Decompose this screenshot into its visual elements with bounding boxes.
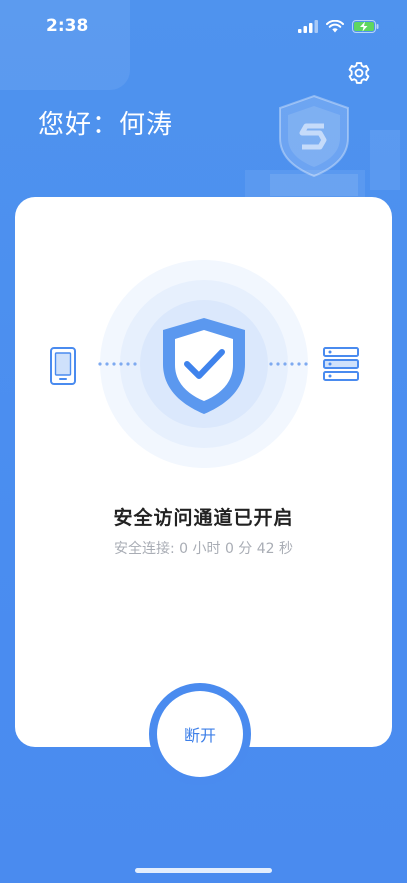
greeting-text: 您好：何涛 — [38, 110, 174, 140]
shield-s-logo-icon — [270, 94, 358, 196]
home-indicator — [135, 868, 272, 873]
gear-icon — [348, 62, 370, 84]
phone-icon — [50, 347, 76, 385]
status-time: 2:38 — [46, 16, 89, 36]
connection-status-title: 安全访问通道已开启 — [113, 507, 294, 529]
hero-shield-logo — [262, 90, 366, 200]
status-icons — [298, 20, 379, 33]
wifi-icon — [326, 20, 344, 33]
status-bar: 2:38 — [0, 0, 407, 56]
connection-duration: 安全连接: 0 小时 0 分 42 秒 — [113, 541, 294, 557]
settings-button[interactable] — [346, 60, 372, 86]
signal-icon — [298, 20, 318, 33]
connection-card — [15, 197, 392, 747]
disconnect-button[interactable]: 断开 — [157, 691, 243, 777]
server-icon — [323, 347, 359, 381]
battery-charging-icon — [352, 20, 379, 33]
